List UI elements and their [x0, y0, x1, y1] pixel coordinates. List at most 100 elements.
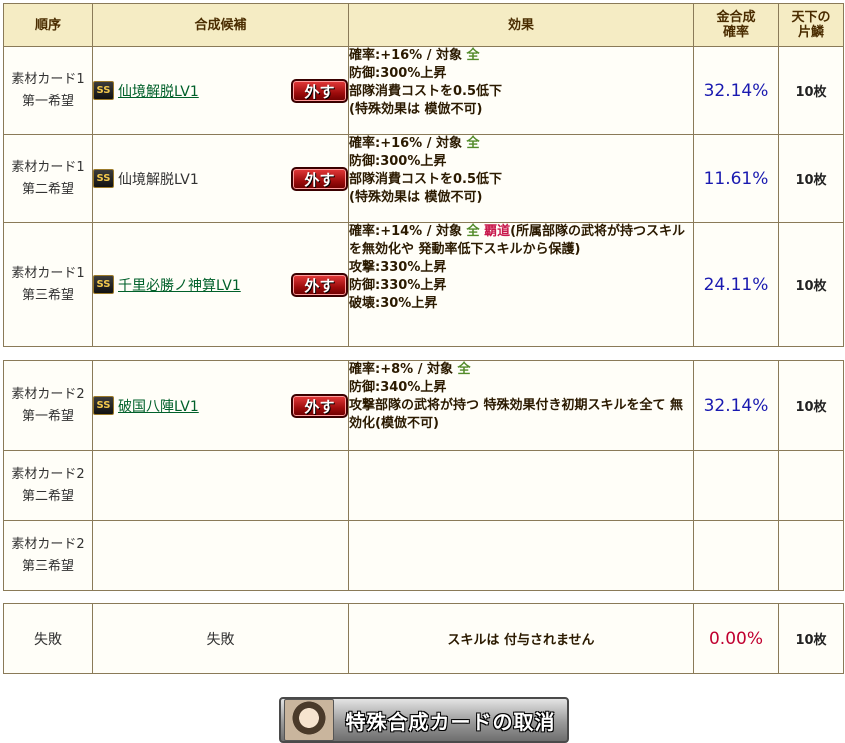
effect-rate: 確率:+14% / 対象: [349, 224, 467, 239]
order-cell: 素材カード2 第二希望: [3, 450, 93, 521]
probability-value: 11.61%: [693, 134, 779, 223]
failure-candidate: 失敗: [92, 603, 349, 674]
order-cell: 素材カード1 第二希望: [3, 134, 93, 223]
effect-rate-line: 確率:+14% / 対象 全 覇道(所属部隊の武将が持つスキルを無効化や 発動率…: [349, 223, 693, 259]
table-row: 素材カード2 第二希望: [3, 450, 844, 521]
effect-line: 防御:340%上昇: [349, 380, 447, 395]
effect-cell-empty: [348, 450, 694, 521]
candidate-table-card2: 素材カード2 第一希望 SS 破国八陣LV1 外す 確率:+8% / 対象 全 防…: [3, 360, 844, 591]
table-row: 素材カード2 第一希望 SS 破国八陣LV1 外す 確率:+8% / 対象 全 防…: [3, 360, 844, 451]
header-scale-line2: 片鱗: [797, 25, 824, 40]
effect-cell: 確率:+14% / 対象 全 覇道(所属部隊の武将が持つスキルを無効化や 発動率…: [348, 222, 694, 347]
candidate-cell: SS 千里必勝ノ神算LV1 外す: [92, 222, 349, 347]
order-line1: 素材カード2: [11, 466, 85, 482]
remove-button[interactable]: 外す: [291, 78, 348, 103]
effect-rate-line: 確率:+16% / 対象 全: [349, 47, 693, 65]
scale-value: 10枚: [778, 222, 844, 347]
scale-value: 10枚: [778, 46, 844, 135]
scale-value: 10枚: [778, 360, 844, 451]
order-line1: 素材カード1: [11, 159, 85, 175]
ss-rank-icon: SS: [93, 396, 114, 415]
effect-cell-empty: [348, 520, 694, 591]
remove-button[interactable]: 外す: [291, 166, 348, 191]
order-line1: 素材カード1: [11, 265, 85, 281]
table-row: 素材カード2 第三希望: [3, 520, 844, 591]
effect-target: 全: [457, 362, 471, 377]
order-line2: 第一希望: [21, 408, 74, 424]
order-line2: 第二希望: [21, 488, 74, 504]
table-header-row: 順序 合成候補 効果 金合成 確率 天下の 片鱗: [3, 3, 844, 47]
effect-line: 防御:300%上昇: [349, 66, 447, 81]
scale-value: 10枚: [778, 134, 844, 223]
cancel-button-label: 特殊合成カードの取消: [345, 709, 556, 734]
failure-order: 失敗: [3, 603, 93, 674]
probability-cell-empty: [693, 520, 779, 591]
order-line2: 第三希望: [21, 558, 74, 574]
ss-rank-icon: SS: [93, 275, 114, 294]
order-line1: 素材カード2: [11, 386, 85, 402]
failure-effect: スキルは 付与されません: [348, 603, 694, 674]
order-cell: 素材カード2 第三希望: [3, 520, 93, 591]
order-line1: 素材カード1: [11, 71, 85, 87]
effect-target: 全: [466, 48, 480, 63]
order-line2: 第三希望: [21, 287, 74, 303]
header-scale-line1: 天下の: [791, 10, 831, 25]
effect-line: (特殊効果は 模倣不可): [349, 102, 483, 117]
character-portrait-icon: [284, 699, 334, 741]
effect-rate-line: 確率:+8% / 対象 全: [349, 361, 693, 379]
effect-line: 破壊:30%上昇: [349, 296, 438, 311]
effect-target: 全: [466, 136, 480, 151]
order-line1: 素材カード2: [11, 536, 85, 552]
cancel-special-card-button[interactable]: 特殊合成カードの取消: [279, 697, 569, 743]
effect-line: 部隊消費コストを0.5低下: [349, 172, 503, 187]
effect-rate: 確率:+16% / 対象: [349, 48, 467, 63]
effect-target: 全: [466, 224, 480, 239]
skill-link[interactable]: 千里必勝ノ神算LV1: [118, 275, 241, 295]
header-probability: 金合成 確率: [693, 3, 779, 47]
remove-button[interactable]: 外す: [291, 272, 348, 297]
scale-cell-empty: [778, 450, 844, 521]
header-probability-line1: 金合成: [716, 10, 756, 25]
probability-value: 24.11%: [693, 222, 779, 347]
probability-value: 32.14%: [693, 360, 779, 451]
table-row: 素材カード1 第一希望 SS 仙境解脱LV1 外す 確率:+16% / 対象 全 …: [3, 46, 844, 135]
probability-cell-empty: [693, 450, 779, 521]
candidate-cell: SS 破国八陣LV1 外す: [92, 360, 349, 451]
effect-cell: 確率:+16% / 対象 全 防御:300%上昇 部隊消費コストを0.5低下 (…: [348, 46, 694, 135]
effect-rate: 確率:+8% / 対象: [349, 362, 458, 377]
effect-line: 防御:300%上昇: [349, 154, 447, 169]
failure-scale: 10枚: [778, 603, 844, 674]
failure-probability: 0.00%: [693, 603, 779, 674]
order-cell: 素材カード1 第三希望: [3, 222, 93, 347]
order-line2: 第一希望: [21, 93, 74, 109]
header-effect: 効果: [348, 3, 694, 47]
candidate-cell-empty: [92, 520, 349, 591]
effect-line: 防御:330%上昇: [349, 278, 447, 293]
probability-value: 32.14%: [693, 46, 779, 135]
order-cell: 素材カード2 第一希望: [3, 360, 93, 451]
order-line2: 第二希望: [21, 181, 74, 197]
remove-button[interactable]: 外す: [291, 393, 348, 418]
effect-cell: 確率:+8% / 対象 全 防御:340%上昇 攻撃部隊の武将が持つ 特殊効果付…: [348, 360, 694, 451]
header-candidate: 合成候補: [92, 3, 349, 47]
effect-rate: 確率:+16% / 対象: [349, 136, 467, 151]
failure-row: 失敗 失敗 スキルは 付与されません 0.00% 10枚: [3, 603, 844, 674]
candidate-cell-empty: [92, 450, 349, 521]
effect-special: 覇道: [484, 224, 511, 239]
header-scale: 天下の 片鱗: [778, 3, 844, 47]
skill-link[interactable]: 破国八陣LV1: [118, 396, 199, 416]
candidate-table-card1: 順序 合成候補 効果 金合成 確率 天下の 片鱗 素材カード1 第一希望 SS 仙境解…: [3, 3, 844, 347]
effect-line: 部隊消費コストを0.5低下: [349, 84, 503, 99]
skill-name: 仙境解脱LV1: [118, 171, 199, 188]
skill-link[interactable]: 仙境解脱LV1: [118, 81, 199, 101]
effect-rate-line: 確率:+16% / 対象 全: [349, 135, 693, 153]
candidate-cell: SS 仙境解脱LV1 外す: [92, 134, 349, 223]
ss-rank-icon: SS: [93, 169, 114, 188]
effect-cell: 確率:+16% / 対象 全 防御:300%上昇 部隊消費コストを0.5低下 (…: [348, 134, 694, 223]
effect-line: 攻撃部隊の武将が持つ 特殊効果付き初期スキルを全て 無効化(模倣不可): [349, 398, 684, 431]
order-cell: 素材カード1 第一希望: [3, 46, 93, 135]
scale-cell-empty: [778, 520, 844, 591]
effect-line: 攻撃:330%上昇: [349, 260, 447, 275]
table-row: 素材カード1 第三希望 SS 千里必勝ノ神算LV1 外す 確率:+14% / 対象…: [3, 222, 844, 347]
table-row: 素材カード1 第二希望 SS 仙境解脱LV1 外す 確率:+16% / 対象 全 …: [3, 134, 844, 223]
